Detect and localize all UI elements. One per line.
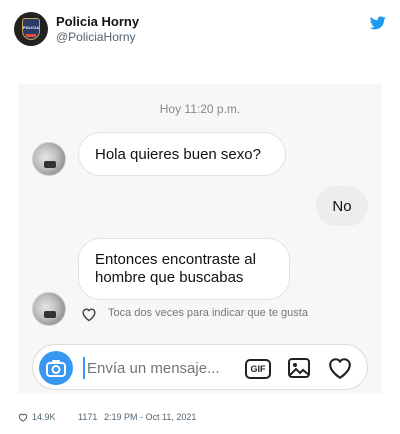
display-name[interactable]: Policia Horny	[56, 14, 139, 29]
user-handle[interactable]: @PoliciaHorny	[56, 30, 136, 44]
tweet-time[interactable]: 2:19 PM - Oct 11, 2021	[104, 412, 196, 422]
chat-screenshot: Hoy 11:20 p.m. Hola quieres buen sexo? N…	[18, 84, 382, 394]
like-hint-text: Toca dos veces para indicar que te gusta	[108, 307, 308, 319]
avatar-badge-text: POLICIA	[22, 25, 40, 30]
tweet-stats: 14.9K 1171 2:19 PM - Oct 11, 2021	[18, 412, 382, 428]
profile-avatar[interactable]: POLICIA	[14, 12, 48, 46]
reply-count[interactable]: 1171	[78, 412, 97, 422]
chat-timestamp: Hoy 11:20 p.m.	[159, 102, 241, 116]
message-input[interactable]	[83, 357, 233, 379]
sender-avatar[interactable]	[32, 292, 66, 326]
heart-icon[interactable]	[327, 356, 353, 380]
twitter-bird-icon[interactable]	[370, 16, 386, 30]
gif-button[interactable]: GIF	[245, 359, 271, 379]
outgoing-message[interactable]: No	[316, 186, 368, 226]
incoming-message[interactable]: Entonces encontraste al hombre que busca…	[78, 238, 290, 300]
camera-icon	[46, 360, 66, 377]
camera-button[interactable]	[39, 351, 73, 385]
message-composer: GIF	[32, 344, 368, 390]
image-icon[interactable]	[287, 357, 311, 379]
incoming-message[interactable]: Hola quieres buen sexo?	[78, 132, 286, 176]
like-count[interactable]: 14.9K	[32, 412, 56, 422]
heart-icon[interactable]	[80, 306, 98, 322]
sender-avatar[interactable]	[32, 142, 66, 176]
heart-icon[interactable]	[18, 413, 28, 422]
tweet-header: POLICIA Policia Horny @PoliciaHorny	[14, 12, 386, 52]
